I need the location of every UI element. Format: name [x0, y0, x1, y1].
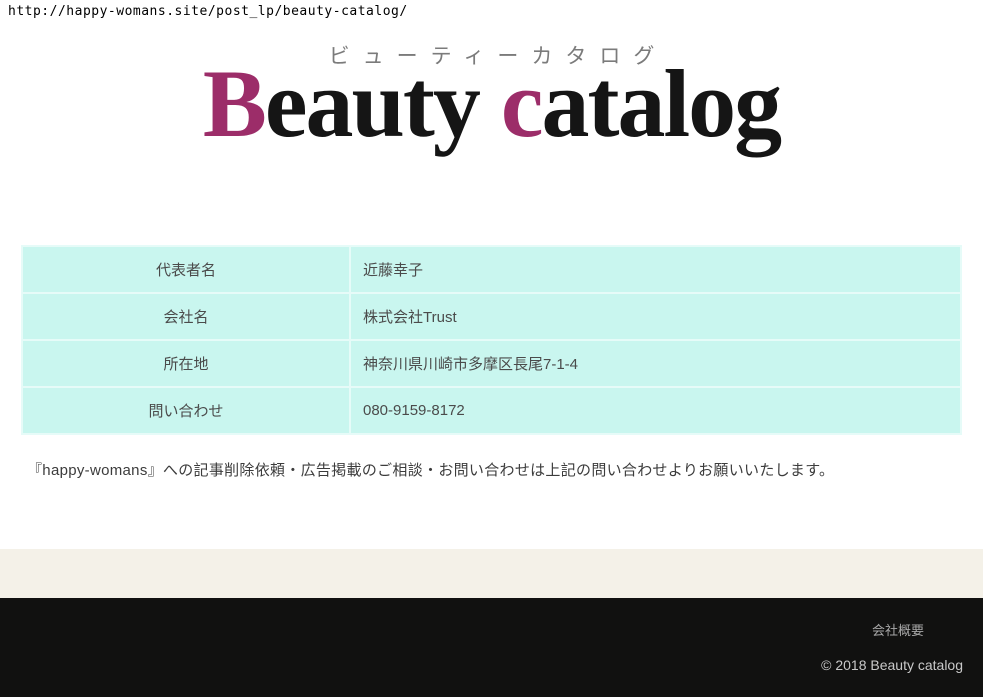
row-value: 080-9159-8172 [351, 388, 960, 433]
table-row: 代表者名 近藤幸子 [23, 247, 960, 292]
row-value: 近藤幸子 [351, 247, 960, 292]
table-row: 所在地 神奈川県川崎市多摩区長尾7-1-4 [23, 341, 960, 386]
row-label: 会社名 [23, 294, 349, 339]
copyright-text: © 2018 Beauty catalog [821, 657, 963, 673]
contact-note-text: 『happy-womans』への記事削除依頼・広告掲載のご相談・お問い合わせは上… [27, 459, 834, 480]
footer-link-company-overview[interactable]: 会社概要 [872, 623, 924, 638]
site-footer: 会社概要 © 2018 Beauty catalog [0, 598, 983, 697]
table-row: 問い合わせ 080-9159-8172 [23, 388, 960, 433]
row-label: 代表者名 [23, 247, 349, 292]
title-text-eauty: eauty [265, 50, 501, 157]
title-text-atalog: atalog [541, 50, 780, 157]
row-value: 神奈川県川崎市多摩区長尾7-1-4 [351, 341, 960, 386]
title-accent-letter-c: c [501, 50, 542, 157]
row-label: 問い合わせ [23, 388, 349, 433]
footer-nav: 会社概要 [872, 620, 924, 640]
page-url-text: http://happy-womans.site/post_lp/beauty-… [8, 4, 408, 19]
table-row: 会社名 株式会社Trust [23, 294, 960, 339]
company-info-table: 代表者名 近藤幸子 会社名 株式会社Trust 所在地 神奈川県川崎市多摩区長尾… [21, 245, 962, 435]
page-title: Beauty catalog [0, 56, 983, 152]
row-label: 所在地 [23, 341, 349, 386]
footer-beige-band [0, 549, 983, 598]
row-value: 株式会社Trust [351, 294, 960, 339]
title-accent-letter-b: B [203, 50, 265, 157]
